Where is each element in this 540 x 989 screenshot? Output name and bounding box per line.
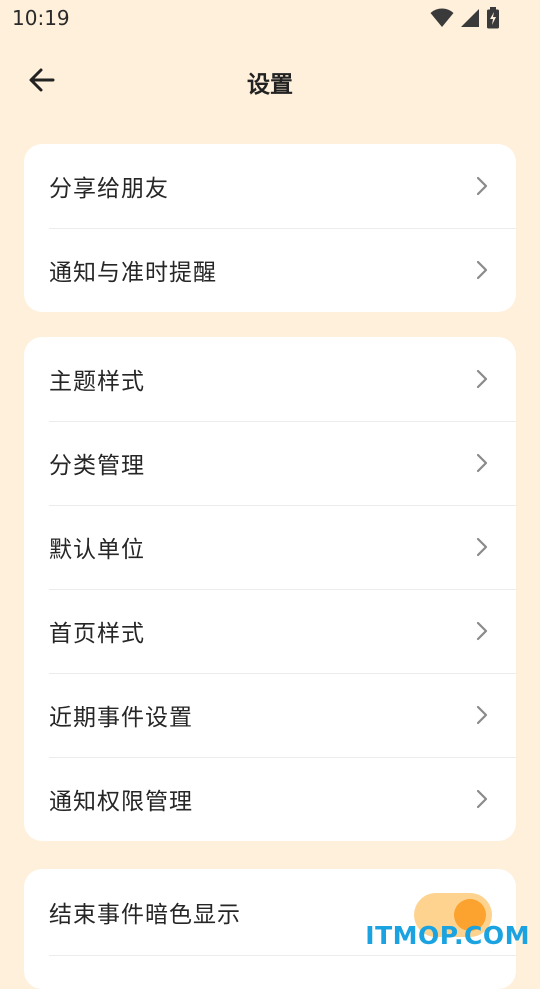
settings-item-label: 通知权限管理 (49, 789, 193, 815)
settings-item-notification-permission[interactable]: 通知权限管理 (24, 757, 516, 841)
row-divider (49, 955, 516, 956)
status-bar: 10:19 (0, 0, 540, 36)
settings-item-label: 分享给朋友 (49, 176, 169, 202)
settings-card-general: 主题样式 分类管理 默认单位 首页样式 近期事件设置 通知权限管理 (24, 337, 516, 841)
app-bar: 设置 (0, 46, 540, 112)
watermark: ITMOP.COM (365, 921, 530, 950)
page-title: 设置 (247, 72, 293, 98)
settings-item-label: 分类管理 (49, 453, 145, 479)
status-time: 10:19 (12, 6, 70, 30)
battery-charging-icon (487, 7, 499, 29)
settings-item-label: 首页样式 (49, 621, 145, 647)
settings-item-home-style[interactable]: 首页样式 (24, 589, 516, 673)
settings-item-label: 通知与准时提醒 (49, 260, 217, 286)
settings-item-label: 主题样式 (49, 369, 145, 395)
wifi-icon (430, 8, 454, 27)
chevron-right-icon (476, 176, 488, 196)
chevron-right-icon (476, 369, 488, 389)
chevron-right-icon (476, 705, 488, 725)
status-icons (430, 7, 500, 29)
settings-item-share-to-friends[interactable]: 分享给朋友 (24, 144, 516, 228)
settings-item-label: 默认单位 (49, 537, 145, 563)
chevron-right-icon (476, 621, 488, 641)
cellular-signal-icon (461, 9, 479, 27)
settings-item-theme-style[interactable]: 主题样式 (24, 337, 516, 421)
settings-item-category-management[interactable]: 分类管理 (24, 421, 516, 505)
chevron-right-icon (476, 260, 488, 280)
chevron-right-icon (476, 453, 488, 473)
settings-item-label: 结束事件暗色显示 (49, 902, 241, 928)
settings-item-label: 近期事件设置 (49, 705, 193, 731)
settings-item-default-unit[interactable]: 默认单位 (24, 505, 516, 589)
chevron-right-icon (476, 789, 488, 809)
settings-item-recent-events[interactable]: 近期事件设置 (24, 673, 516, 757)
chevron-right-icon (476, 537, 488, 557)
settings-item-notification-reminder[interactable]: 通知与准时提醒 (24, 228, 516, 312)
settings-card-share: 分享给朋友 通知与准时提醒 (24, 144, 516, 312)
